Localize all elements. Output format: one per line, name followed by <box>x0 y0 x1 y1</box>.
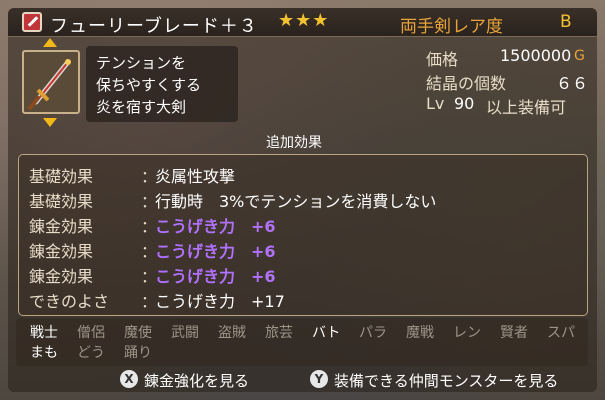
job-ranger: レン <box>453 325 481 341</box>
effect-value: こうげき力 +6 <box>155 242 276 261</box>
effect-label: できのよさ <box>29 292 110 311</box>
effect-label: 錬金効果 <box>29 217 94 236</box>
effects-title: 追加効果 <box>266 135 322 151</box>
greatsword-icon <box>28 59 71 110</box>
effects-list: 基礎効果 ： 炎属性攻撃 基礎効果 ： 行動時 3%でテンションを消費しない 錬… <box>18 154 588 316</box>
rarity-value: B <box>560 12 572 32</box>
description-line: 保ちやすくする <box>96 76 202 94</box>
equippable-jobs: 戦士 僧侶 魔使 武闘 盗賊 旅芸 バト パラ 魔戦 レン 賢者 スパ まも ど… <box>16 318 588 366</box>
item-name: フューリーブレード＋３ <box>50 16 258 37</box>
price-value: 1500000 <box>500 46 572 65</box>
effect-value: 行動時 3%でテンションを消費しない <box>155 192 437 211</box>
job-magic-warrior: 魔戦 <box>406 325 434 341</box>
view-monsters-button[interactable]: 装備できる仲間モンスターを見る <box>334 370 558 391</box>
effect-label: 錬金効果 <box>29 242 94 261</box>
effect-value: 炎属性攻撃 <box>155 167 236 186</box>
job-battlemaster: バト <box>312 325 341 341</box>
y-button-icon[interactable]: Y <box>310 370 328 388</box>
quality-stars: ★★★ <box>278 10 330 31</box>
job-dancer: 踊り <box>124 345 152 361</box>
job-sage: 賢者 <box>500 325 528 341</box>
item-header: フューリーブレード＋３ ★★★ 両手剣 レア度 B <box>8 8 597 37</box>
crystal-count-value: ６６ <box>556 74 589 93</box>
arrow-down-icon[interactable] <box>43 118 57 127</box>
item-description: テンションを 保ちやすくする 炎を宿す大剣 <box>86 46 238 122</box>
price-unit: G <box>574 48 585 64</box>
level-value: 90 <box>454 94 475 113</box>
effect-label: 錬金効果 <box>29 267 94 286</box>
job-sage-dougu: どう <box>77 345 105 361</box>
job-paladin: パラ <box>359 325 387 341</box>
level-suffix: 以上装備可 <box>486 98 567 117</box>
item-icon-frame <box>22 50 80 114</box>
job-priest: 僧侶 <box>77 325 105 341</box>
effect-value: こうげき力 +6 <box>155 217 276 236</box>
sword-category-icon <box>22 12 42 32</box>
crystal-count-label: 結晶の個数 <box>426 74 507 93</box>
weapon-category: 両手剣 <box>400 17 451 37</box>
level-prefix: Lv <box>426 94 445 113</box>
job-superstar: スパ <box>547 325 575 341</box>
effect-value: こうげき力 +17 <box>155 292 285 311</box>
job-monster-master: まも <box>30 345 58 361</box>
description-line: 炎を宿す大剣 <box>96 98 187 116</box>
x-button-icon[interactable]: X <box>120 370 138 388</box>
view-alchemy-button[interactable]: 錬金強化を見る <box>144 370 249 391</box>
job-thief: 盗賊 <box>218 325 246 341</box>
effect-label: 基礎効果 <box>29 192 94 211</box>
job-entertainer: 旅芸 <box>265 325 293 341</box>
effect-value: こうげき力 +6 <box>155 267 276 286</box>
job-warrior: 戦士 <box>30 325 58 341</box>
effect-label: 基礎効果 <box>29 167 94 186</box>
price-label: 価格 <box>426 50 459 69</box>
job-martial-artist: 武闘 <box>171 325 199 341</box>
item-detail-panel: フューリーブレード＋３ ★★★ 両手剣 レア度 B テンションを 保ちやすくする… <box>8 8 597 392</box>
rarity-label: レア度 <box>452 17 503 37</box>
description-line: テンションを <box>96 54 187 72</box>
arrow-up-icon[interactable] <box>43 38 57 47</box>
job-mage: 魔使 <box>124 325 152 341</box>
